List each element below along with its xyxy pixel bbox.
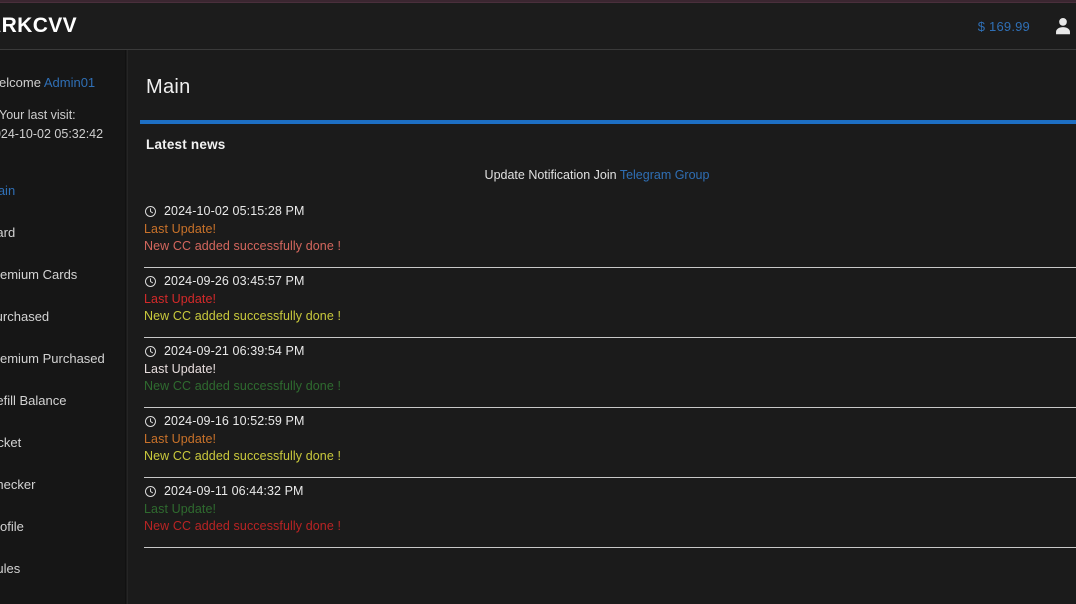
news-timestamp: 2024-09-11 06:44:32 PM — [164, 484, 304, 498]
sidebar-item-profile[interactable]: Profile — [0, 512, 128, 542]
news-message: New CC added successfully done ! — [144, 449, 342, 463]
sidebar-nav: Main Card Premium Cards Purchased Premium Pu… — [0, 176, 128, 604]
news-timestamp: 2024-09-21 06:39:54 PM — [164, 344, 305, 358]
sidebar-item-premium-cards[interactable]: Premium Cards — [0, 260, 128, 290]
last-visit-block: Your last visit: 2024-10-02 05:32:42 — [0, 106, 128, 144]
news-item: 2024-10-02 05:15:28 PM Last Update! New CC… — [143, 198, 1076, 268]
news-timestamp: 2024-09-26 03:45:57 PM — [164, 274, 305, 288]
main-content: Main Latest news Update Notification Joi… — [128, 49, 1076, 604]
page-title: Main — [146, 76, 191, 98]
welcome-text: Welcome Admin01 — [0, 60, 128, 90]
news-timestamp-row: 2024-09-11 06:44:32 PM — [143, 484, 1076, 498]
news-item: 2024-09-21 06:39:54 PM Last Update! New CC… — [143, 338, 1076, 408]
sidebar-item-checker[interactable]: Checker — [0, 470, 128, 500]
header-right-group: $ 169.99 — [978, 15, 1074, 37]
news-message: New CC added successfully done ! — [144, 309, 342, 323]
sidebar-item-card[interactable]: Card — [0, 218, 128, 248]
sidebar-item-premium-purchased[interactable]: Premium Purchased — [0, 344, 128, 374]
sidebar: Welcome Admin01 Your last visit: 2024-10… — [0, 49, 128, 604]
news-item: 2024-09-16 10:52:59 PM Last Update! New CC… — [143, 408, 1076, 478]
sidebar-item-rules[interactable]: Rules — [0, 554, 128, 584]
news-message: New CC added successfully done ! — [144, 239, 342, 253]
brand-logo[interactable]: ARKCVV — [0, 14, 77, 38]
sidebar-item-logout[interactable]: Logout — [0, 596, 128, 604]
news-item: 2024-09-11 06:44:32 PM Last Update! New CC… — [143, 478, 1076, 548]
telegram-group-link[interactable]: Telegram Group — [620, 168, 710, 182]
news-headline: Last Update! — [144, 292, 217, 306]
news-divider — [144, 547, 1076, 548]
news-headline: Last Update! — [144, 362, 217, 376]
last-visit-value: 2024-10-02 05:32:42 — [0, 127, 104, 141]
app-root: ARKCVV $ 169.99 Welcome Admin01 Your las… — [0, 0, 1076, 604]
username-label[interactable]: Admin01 — [44, 75, 95, 90]
news-timestamp-row: 2024-09-21 06:39:54 PM — [143, 344, 1076, 358]
news-message: New CC added successfully done ! — [144, 519, 342, 533]
clock-icon — [144, 345, 157, 358]
news-timestamp-row: 2024-09-26 03:45:57 PM — [143, 274, 1076, 288]
update-notification: Update Notification Join Telegram Group — [128, 152, 1076, 182]
news-timestamp: 2024-09-16 10:52:59 PM — [164, 414, 305, 428]
clock-icon — [144, 485, 157, 498]
news-message: New CC added successfully done ! — [144, 379, 342, 393]
news-timestamp-row: 2024-10-02 05:15:28 PM — [143, 204, 1076, 218]
news-item: 2024-09-26 03:45:57 PM Last Update! New CC… — [143, 268, 1076, 338]
clock-icon — [144, 205, 157, 218]
news-headline: Last Update! — [144, 502, 217, 516]
news-list: 2024-10-02 05:15:28 PM Last Update! New CC… — [128, 198, 1076, 548]
account-balance[interactable]: $ 169.99 — [978, 19, 1030, 34]
welcome-label: Welcome — [0, 75, 41, 90]
body-wrapper: Welcome Admin01 Your last visit: 2024-10… — [0, 49, 1076, 604]
clock-icon — [144, 275, 157, 288]
news-timestamp-row: 2024-09-16 10:52:59 PM — [143, 414, 1076, 428]
user-icon[interactable] — [1052, 15, 1074, 37]
sidebar-item-ticket[interactable]: Ticket — [0, 428, 128, 458]
section-title-latest-news: Latest news — [146, 137, 226, 152]
clock-icon — [144, 415, 157, 428]
sidebar-item-main[interactable]: Main — [0, 176, 128, 206]
sidebar-item-purchased[interactable]: Purchased — [0, 302, 128, 332]
news-headline: Last Update! — [144, 432, 217, 446]
news-timestamp: 2024-10-02 05:15:28 PM — [164, 204, 305, 218]
top-header: ARKCVV $ 169.99 — [0, 3, 1076, 49]
sidebar-item-refill-balance[interactable]: Refill Balance — [0, 386, 128, 416]
notice-text: Update Notification Join — [484, 168, 620, 182]
last-visit-label: Your last visit: — [0, 108, 76, 122]
news-headline: Last Update! — [144, 222, 217, 236]
